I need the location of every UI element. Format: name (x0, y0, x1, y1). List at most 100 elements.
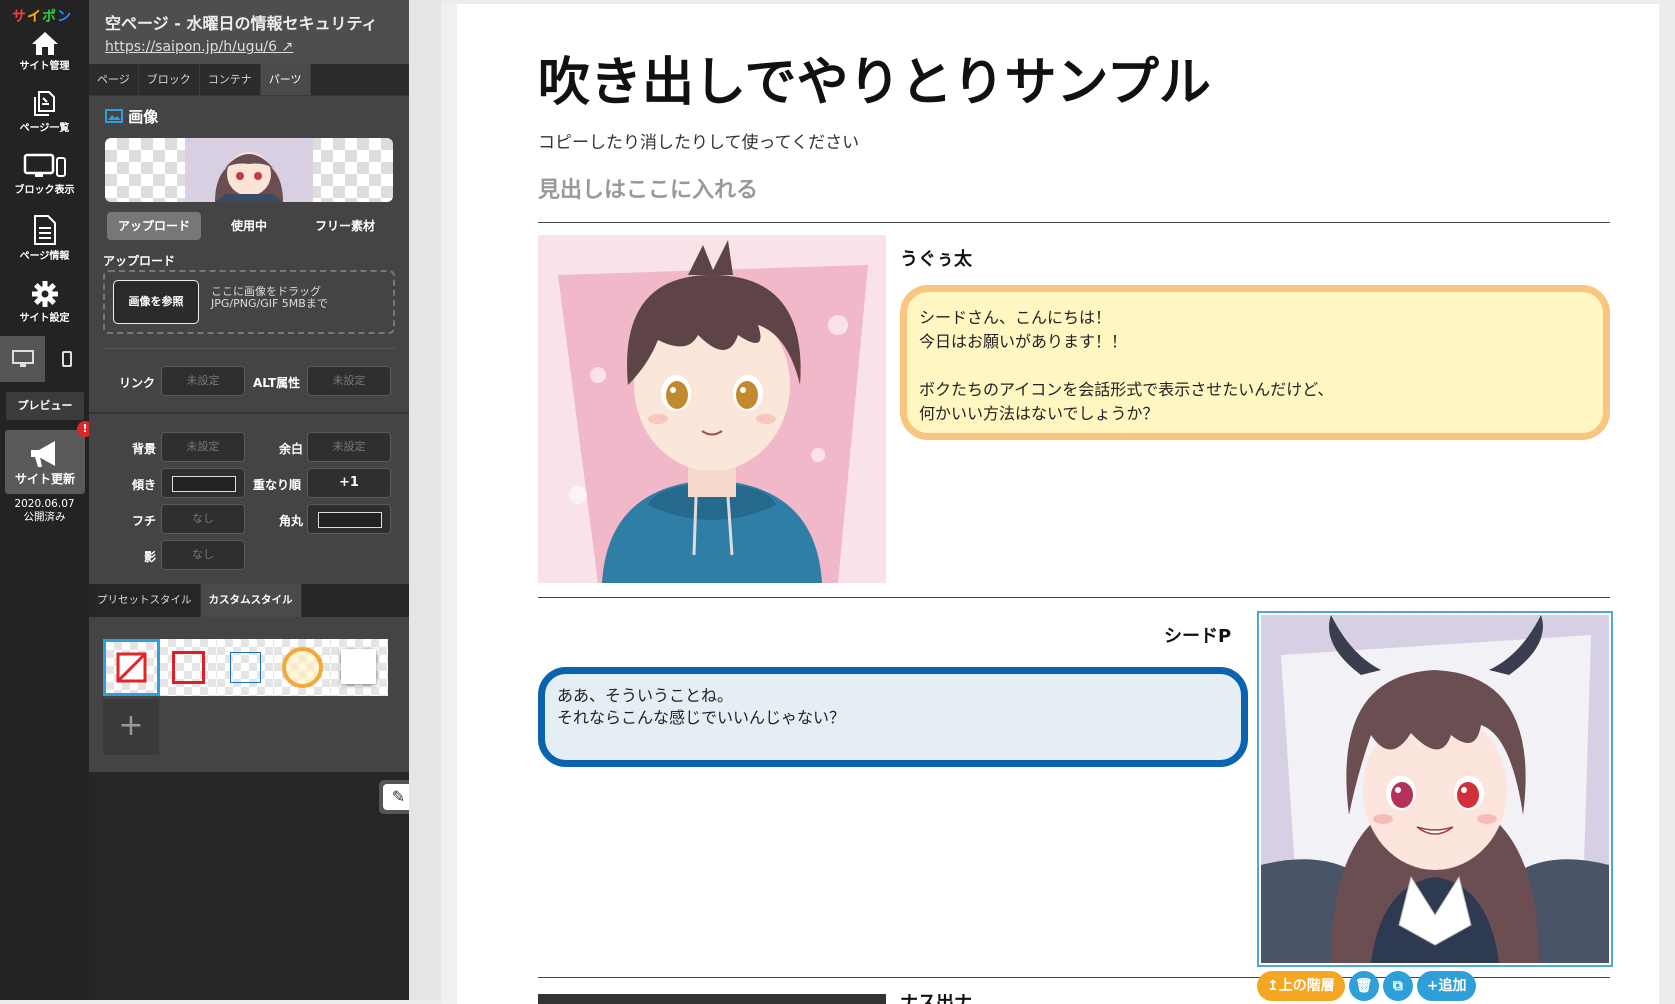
avatar-ugu[interactable] (538, 235, 886, 583)
style-swatch-orange-round[interactable] (274, 639, 331, 696)
document-icon (33, 215, 56, 245)
tilt-label: 傾き (132, 478, 157, 492)
divider (538, 222, 1610, 223)
publish-status: 2020.06.07 公開済み (0, 498, 89, 524)
style-swatch-red-border[interactable] (160, 639, 217, 696)
devices-icon (23, 153, 66, 177)
radius-field[interactable] (307, 504, 391, 534)
edit-panel: 空ページ - 水曜日の情報セキュリティ https://saipon.jp/h/… (89, 0, 489, 1000)
tab-custom-style[interactable]: カスタムスタイル (200, 584, 302, 617)
page-title[interactable]: 吹き出しでやりとりサンプル (538, 40, 1211, 115)
zorder-label: 重なり順 (253, 478, 302, 492)
page-info-label: ページ情報 (19, 251, 70, 262)
pencil-icon: ✎ (391, 787, 406, 806)
alt-field[interactable]: 未設定 (307, 366, 391, 396)
canvas-gutter (409, 0, 441, 1000)
upload-dropzone[interactable]: 画像を参照 ここに画像をドラッグ JPG/PNG/GIF 5MBまで (103, 270, 395, 334)
block-view-label: ブロック表示 (14, 185, 75, 196)
drop-hint: ここに画像をドラッグ JPG/PNG/GIF 5MBまで (211, 285, 328, 310)
section-heading[interactable]: 見出しはここに入れる (538, 172, 758, 204)
panel-header: 空ページ - 水曜日の情報セキュリティ https://saipon.jp/h/… (89, 0, 409, 64)
site-settings-nav[interactable]: サイト設定 (0, 280, 89, 324)
tab-upload[interactable]: アップロード (107, 212, 201, 240)
publish-label: 公開済み (23, 511, 66, 523)
page-subtitle[interactable]: コピーしたり消したりして使ってください (538, 128, 859, 153)
style-swatches: + (89, 617, 409, 772)
tab-page[interactable]: ページ (89, 64, 139, 95)
border-field[interactable]: なし (161, 504, 245, 534)
page-list-label: ページ一覧 (19, 123, 70, 134)
speaker-name-seed[interactable]: シードP (1164, 622, 1231, 648)
style-tabs: プリセットスタイル カスタムスタイル (89, 584, 409, 617)
image-section-title: 画像 (105, 106, 158, 127)
site-manage-label: サイト管理 (19, 61, 70, 72)
desktop-view-button[interactable] (0, 336, 45, 382)
avatar-seed-selected[interactable] (1257, 611, 1613, 967)
divider (538, 597, 1610, 598)
duplicate-button[interactable]: ⧉ (1382, 971, 1413, 1001)
gear-icon (31, 281, 58, 307)
parts-settings: 画像 アップロード 使用中 フリー素材 アップロード 画像を参照 ここに画像をド… (89, 96, 409, 584)
pages-icon (33, 91, 55, 116)
character-thumbnail-image (185, 138, 313, 202)
add-style-button[interactable]: + (103, 699, 159, 755)
site-manage-nav[interactable]: サイト管理 (0, 30, 89, 72)
image-icon (105, 109, 123, 123)
tab-container[interactable]: コンテナ (200, 64, 261, 95)
margin-field[interactable]: 未設定 (307, 432, 391, 462)
tilt-field[interactable] (161, 468, 245, 498)
delete-button[interactable]: 🗑 (1348, 971, 1379, 1001)
mobile-view-button[interactable] (45, 336, 89, 382)
arrow-up-icon: ↥ (1267, 978, 1279, 994)
upload-label: アップロード (103, 254, 176, 268)
style-swatch-blue-border[interactable] (217, 639, 274, 696)
background-label: 背景 (132, 442, 157, 456)
shadow-field[interactable]: なし (161, 540, 245, 570)
block-view-nav[interactable]: ブロック表示 (0, 152, 89, 196)
zorder-field[interactable]: +1 (307, 468, 391, 498)
plus-icon: + (1426, 978, 1439, 994)
divider (89, 412, 409, 414)
element-toolbar: ↥上の階層 🗑 ⧉ +追加 (1257, 971, 1477, 1001)
link-field[interactable]: 未設定 (161, 366, 245, 396)
boy-character-image (538, 235, 886, 583)
app-logo[interactable]: サイポン (12, 6, 72, 26)
speaker-name-next[interactable]: ナス出ナ (900, 994, 972, 1004)
speech-bubble-ugu[interactable]: シードさん、こんにちは！ 今日はお願いがあります！！ ボクたちのアイコンを会話形… (900, 285, 1610, 440)
desktop-icon (11, 350, 34, 367)
avatar-next[interactable] (538, 994, 886, 1004)
preview-button[interactable]: プレビュー (6, 392, 84, 420)
site-settings-label: サイト設定 (19, 313, 70, 324)
page-url-link[interactable]: https://saipon.jp/h/ugu/6 ↗ (105, 39, 393, 55)
background-field[interactable]: 未設定 (161, 432, 245, 462)
divider (103, 348, 395, 349)
page-list-nav[interactable]: ページ一覧 (0, 88, 89, 134)
page-canvas: 吹き出しでやりとりサンプル コピーしたり消したりして使ってください 見出しはここ… (441, 4, 1659, 1004)
external-link-icon: ↗ (281, 39, 294, 55)
add-button[interactable]: +追加 (1416, 971, 1477, 1001)
select-parent-button[interactable]: ↥上の階層 (1257, 971, 1345, 1001)
home-icon (31, 32, 58, 55)
speaker-name-ugu[interactable]: うぐぅ太 (900, 245, 972, 271)
tab-in-use[interactable]: 使用中 (201, 212, 297, 240)
tab-block[interactable]: ブロック (139, 64, 200, 95)
image-source-tabs: アップロード 使用中 フリー素材 (105, 212, 393, 240)
site-update-label: サイト更新 (14, 472, 75, 486)
border-label: フチ (132, 514, 157, 528)
copy-icon: ⧉ (1392, 978, 1403, 994)
tab-parts[interactable]: パーツ (260, 64, 311, 95)
trash-icon: 🗑 (1354, 978, 1373, 994)
speech-bubble-seed[interactable]: ああ、そういうことね。 それならこんな感じでいいんじゃない？ (538, 667, 1248, 767)
alt-label: ALT属性 (253, 376, 301, 390)
panel-tabs: ページ ブロック コンテナ パーツ (89, 64, 409, 96)
style-swatch-shadow[interactable] (331, 639, 388, 696)
margin-label: 余白 (279, 442, 304, 456)
style-swatch-none[interactable] (103, 639, 160, 696)
image-thumbnail[interactable] (105, 138, 393, 202)
device-toggle (0, 336, 89, 382)
site-update-button[interactable]: サイト更新 (5, 430, 85, 494)
tab-free-assets[interactable]: フリー素材 (297, 212, 393, 240)
browse-image-button[interactable]: 画像を参照 (113, 280, 199, 324)
tab-preset-style[interactable]: プリセットスタイル (89, 584, 201, 617)
page-info-nav[interactable]: ページ情報 (0, 214, 89, 262)
